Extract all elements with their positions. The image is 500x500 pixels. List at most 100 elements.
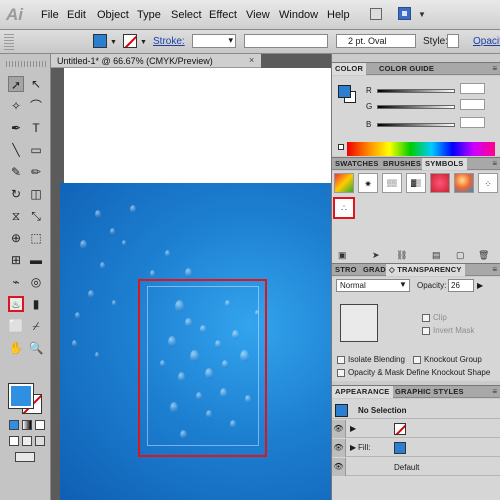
chevron-right-icon[interactable]: ▶ <box>477 281 483 290</box>
screen-mode-button[interactable] <box>15 452 35 462</box>
menu-object[interactable]: Object <box>97 9 129 21</box>
menu-effect[interactable]: Effect <box>209 9 237 21</box>
fill-color-swatch[interactable] <box>394 442 406 454</box>
invert-mask-checkbox[interactable] <box>422 327 430 335</box>
draw-inside-button[interactable] <box>35 436 45 446</box>
channel-b-field[interactable] <box>460 117 485 128</box>
symbol-water-drops[interactable]: ∴ <box>333 197 355 219</box>
chevron-down-icon[interactable]: ▼ <box>418 10 426 19</box>
channel-g-field[interactable] <box>460 99 485 110</box>
rectangle-tool[interactable]: ▭ <box>28 142 44 158</box>
channel-r-field[interactable] <box>460 83 485 94</box>
lasso-tool[interactable]: ⌒ <box>28 98 44 114</box>
column-graph-tool[interactable]: ▮ <box>28 296 44 312</box>
menu-edit[interactable]: Edit <box>67 9 86 21</box>
menu-window[interactable]: Window <box>279 9 318 21</box>
color-panel-fill-swatch[interactable] <box>338 85 351 98</box>
opacity-mask-thumbnail[interactable] <box>340 304 378 342</box>
fill-color-box[interactable] <box>8 383 34 409</box>
symbol-sprayer-tool[interactable]: ♨ <box>8 296 24 312</box>
clip-checkbox[interactable] <box>422 314 430 322</box>
draw-normal-button[interactable] <box>9 436 19 446</box>
visibility-eye-icon[interactable]: 👁 <box>332 420 346 438</box>
stroke-none-swatch[interactable] <box>394 423 406 435</box>
none-mode-button[interactable] <box>35 420 45 430</box>
visibility-eye-icon[interactable]: 👁 <box>332 439 346 457</box>
symbol-sphere[interactable] <box>454 173 474 193</box>
panel-menu-icon[interactable]: ≡ <box>492 159 497 168</box>
channel-r-slider[interactable] <box>377 89 455 93</box>
panel-menu-icon[interactable]: ≡ <box>492 387 497 396</box>
appearance-stroke-row[interactable]: 👁 ▶ <box>332 420 500 438</box>
stroke-link[interactable]: Stroke: <box>153 36 185 47</box>
graphic-style-swatch[interactable] <box>447 34 459 48</box>
panel-menu-icon[interactable]: ≡ <box>492 265 497 274</box>
color-mode-button[interactable] <box>9 420 19 430</box>
menu-file[interactable]: File <box>41 9 59 21</box>
tab-swatches[interactable]: SWATCHES <box>332 158 382 170</box>
hand-tool[interactable]: ✋ <box>8 340 24 356</box>
blend-tool[interactable]: ◎ <box>28 274 44 290</box>
magic-wand-tool[interactable]: ✧ <box>8 98 24 114</box>
arrange-documents-icon[interactable] <box>398 7 411 20</box>
panel-menu-icon[interactable]: ≡ <box>492 64 497 73</box>
tab-color-guide[interactable]: COLOR GUIDE <box>376 63 437 75</box>
mesh-tool[interactable]: ⊞ <box>8 252 24 268</box>
symbol-dots[interactable]: ⁘ <box>478 173 498 193</box>
chevron-down-icon[interactable]: ▼ <box>399 280 407 289</box>
fill-color-swatch[interactable] <box>93 34 107 48</box>
opacity-link[interactable]: Opacity <box>473 36 500 47</box>
zoom-tool[interactable]: 🔍 <box>28 340 44 356</box>
tab-appearance[interactable]: APPEARANCE <box>332 386 393 398</box>
draw-behind-button[interactable] <box>22 436 32 446</box>
menu-select[interactable]: Select <box>171 9 202 21</box>
symbol-ribbon[interactable] <box>430 173 450 193</box>
width-tool[interactable]: ⧖ <box>8 208 24 224</box>
knockout-group-checkbox[interactable] <box>413 356 421 364</box>
color-spectrum-ramp[interactable] <box>347 142 495 156</box>
chevron-right-icon[interactable]: ▶ <box>350 424 356 433</box>
pencil-tool[interactable]: ✏ <box>28 164 44 180</box>
appearance-default-row[interactable]: 👁 Default <box>332 458 500 476</box>
slice-tool[interactable]: ⌿ <box>28 318 44 334</box>
symbol-grunge[interactable]: ▒▒ <box>382 173 402 193</box>
menu-view[interactable]: View <box>246 9 270 21</box>
rotate-tool[interactable]: ↻ <box>8 186 24 202</box>
tab-brushes[interactable]: BRUSHES <box>380 158 424 170</box>
none-color-icon[interactable] <box>338 144 344 150</box>
shape-builder-tool[interactable]: ⊕ <box>8 230 24 246</box>
gradient-mode-button[interactable] <box>22 420 32 430</box>
selection-tool[interactable]: ➚ <box>8 76 24 92</box>
isolate-blending-checkbox[interactable] <box>337 356 345 364</box>
symbol-brush-stroke[interactable]: ▓▒ <box>406 173 426 193</box>
artboard-tool[interactable]: ⬜ <box>8 318 24 334</box>
symbol-cube[interactable] <box>334 173 354 193</box>
chevron-down-icon[interactable]: ▼ <box>140 39 147 46</box>
paintbrush-tool[interactable]: ✎ <box>8 164 24 180</box>
free-transform-tool[interactable]: ⬚ <box>28 230 44 246</box>
opacity-mask-knockout-checkbox[interactable] <box>337 369 345 377</box>
channel-b-slider[interactable] <box>377 123 455 127</box>
break-link-icon[interactable]: ⛓ <box>396 250 407 261</box>
appearance-fill-row[interactable]: 👁 ▶ Fill: <box>332 439 500 457</box>
chevron-down-icon[interactable]: ▼ <box>110 39 117 46</box>
stroke-color-swatch[interactable] <box>123 34 137 48</box>
trash-icon[interactable]: 🗑 <box>478 250 489 261</box>
symbol-libraries-icon[interactable]: ▣ <box>338 250 347 261</box>
tab-symbols[interactable]: SYMBOLS <box>422 158 467 170</box>
visibility-eye-icon[interactable]: 👁 <box>332 458 346 476</box>
new-symbol-icon[interactable]: ▢ <box>456 250 465 261</box>
tab-transparency[interactable]: ◇ TRANSPARENCY <box>386 264 465 276</box>
tab-stroke[interactable]: STRO <box>332 264 360 276</box>
channel-g-slider[interactable] <box>377 105 455 109</box>
line-tool[interactable]: ╲ <box>8 142 24 158</box>
eyedropper-tool[interactable]: ⌁ <box>8 274 24 290</box>
scale-tool[interactable]: ⤡ <box>28 208 44 224</box>
pen-tool[interactable]: ✒ <box>8 120 24 136</box>
grip-handle[interactable] <box>6 61 46 67</box>
symbol-splat[interactable]: ✷ <box>358 173 378 193</box>
gradient-tool[interactable]: ▬ <box>28 252 44 268</box>
grip-handle[interactable] <box>4 34 14 50</box>
tab-graphic-styles[interactable]: GRAPHIC STYLES <box>392 386 467 398</box>
symbol-options-icon[interactable]: ▤ <box>432 250 441 261</box>
